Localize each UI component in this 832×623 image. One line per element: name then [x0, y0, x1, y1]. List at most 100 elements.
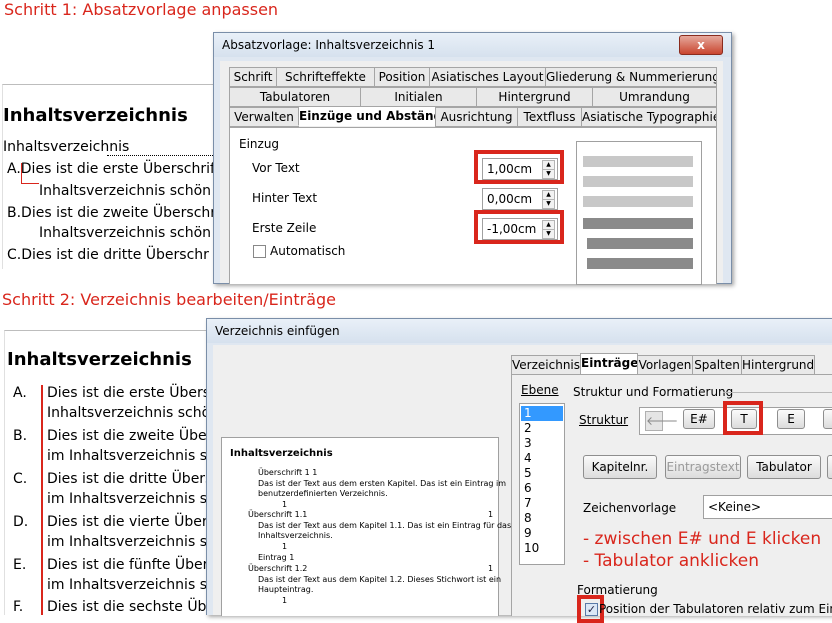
token-chapter-number[interactable]: E#: [683, 409, 715, 429]
hinter-text-spinner[interactable]: 0,00cm ▲ ▼: [482, 188, 558, 210]
tab-einzuege-und-abstaende[interactable]: Einzüge und Abstände: [298, 106, 436, 126]
indent-preview: [576, 141, 702, 285]
close-button[interactable]: x: [679, 35, 723, 55]
red-marker: [21, 163, 22, 183]
level-item[interactable]: 4: [524, 451, 532, 465]
tab-position[interactable]: Position: [374, 67, 430, 87]
dialog2-titlebar: Verzeichnis einfügen: [207, 319, 832, 343]
doc2-item: Dies ist die erste Übers: [47, 385, 211, 401]
token-entry[interactable]: E: [777, 409, 805, 429]
preview-line: Das ist der Text aus dem Kapitel 1.1. Da…: [258, 521, 512, 530]
preview-page-number: 1: [488, 510, 494, 519]
doc2-letter: A.: [13, 385, 27, 401]
level-item[interactable]: 6: [524, 481, 532, 495]
doc2-letter: C.: [13, 471, 28, 487]
step1-title: Schritt 1: Absatzvorlage anpassen: [4, 0, 279, 19]
arrow-left-icon[interactable]: 🡐: [645, 411, 678, 431]
einzug-section-label: Einzug: [239, 137, 280, 151]
highlight-box: [474, 210, 564, 244]
level-item[interactable]: 5: [524, 466, 532, 480]
doc2-sub: im Inhaltsverzeichnis s: [47, 491, 207, 507]
tab-schrift[interactable]: Schrift: [229, 67, 277, 87]
tab-textfluss[interactable]: Textfluss: [517, 107, 582, 127]
tab-umrandung[interactable]: Umrandung: [592, 87, 717, 107]
ebene-label: Ebene: [521, 383, 559, 397]
tab-asiatisches-layout[interactable]: Asiatisches Layout: [429, 67, 546, 87]
tab-initialen[interactable]: Initialen: [360, 87, 477, 107]
section-divider: [723, 392, 832, 393]
preview-line: Überschrift 1.2: [248, 564, 308, 573]
preview-line: Inhaltsverzeichnis.: [258, 531, 333, 540]
zeichenvorlage-label: Zeichenvorlage: [583, 501, 677, 515]
doc2-item: Dies ist die sechste Übe: [47, 599, 216, 615]
tab-gliederung[interactable]: Gliederung & Nummerierung: [545, 67, 717, 87]
doc1-heading: Inhaltsverzeichnis: [3, 105, 188, 126]
level-item[interactable]: 9: [524, 526, 532, 540]
doc2-letter: D.: [13, 514, 29, 530]
spin-down-icon[interactable]: ▼: [542, 199, 555, 209]
doc2-sub: im Inhaltsverzeichnis s: [47, 534, 207, 550]
index-preview: Inhaltsverzeichnis Überschrift 1 1 Das i…: [221, 437, 511, 616]
doc1-line: Inhaltsverzeichnis schön: [39, 183, 212, 199]
level-item[interactable]: 7: [524, 496, 532, 510]
dialog1-client: Schrift Schrifteffekte Position Asiatisc…: [220, 61, 723, 285]
level-item[interactable]: 1: [524, 406, 532, 420]
tab-stop-button[interactable]: Tabulator: [747, 455, 821, 479]
tab-verwalten[interactable]: Verwalten: [229, 107, 299, 127]
tab-hintergrund[interactable]: Hintergrund: [741, 355, 815, 375]
doc2-letter: F.: [13, 599, 24, 615]
erste-zeile-label: Erste Zeile: [252, 221, 317, 235]
dialog2-title: Verzeichnis einfügen: [215, 324, 340, 338]
tab-ausrichtung[interactable]: Ausrichtung: [435, 107, 518, 127]
doc1-line: B.Dies ist die zweite Überschr: [7, 205, 217, 221]
doc2-item: Dies ist die vierte Über: [47, 514, 208, 530]
preview-line: 1: [282, 500, 288, 509]
vor-text-label: Vor Text: [252, 161, 300, 175]
tab-verzeichnis[interactable]: Verzeichnis: [511, 355, 581, 375]
paragraph-style-dialog: Absatzvorlage: Inhaltsverzeichnis 1 x Sc…: [213, 32, 732, 285]
preview-line: Haupteintrag.: [258, 585, 314, 594]
tab-asiatische-typographie[interactable]: Asiatische Typographie: [581, 107, 717, 127]
doc2-sub: im Inhaltsverzeichnis s: [47, 577, 207, 593]
dialog2-client: Inhaltsverzeichnis Überschrift 1 1 Das i…: [213, 345, 832, 623]
level-item[interactable]: 10: [524, 541, 539, 555]
preview-line: Überschrift 1 1: [258, 468, 318, 477]
doc1-line: Inhaltsverzeichnis schön: [39, 225, 212, 241]
annotation-2: - Tabulator anklicken: [583, 551, 759, 571]
preview-line: 1: [282, 542, 288, 551]
level-list[interactable]: 1 2 3 4 5 6 7 8 9 10: [519, 403, 565, 565]
doc1-line: Inhaltsverzeichnis: [3, 139, 130, 155]
level-item[interactable]: 2: [524, 421, 532, 435]
tab-tabulatoren[interactable]: Tabulatoren: [229, 87, 361, 107]
doc1-line: A.Dies ist die erste Überschrift: [7, 161, 221, 177]
tab-spalten[interactable]: Spalten: [692, 355, 742, 375]
tab-hintergrund[interactable]: Hintergrund: [476, 87, 593, 107]
automatisch-checkbox[interactable]: [253, 245, 266, 258]
preview-line: 1: [282, 596, 288, 605]
preview-line: Eintrag 1: [258, 553, 295, 562]
preview-line: Überschrift 1.1: [248, 510, 308, 519]
level-item[interactable]: 3: [524, 436, 532, 450]
preview-heading: Inhaltsverzeichnis: [230, 448, 333, 459]
character-style-value: <Keine>: [708, 500, 762, 514]
preview-page-number: 1: [488, 564, 494, 573]
tab-schrifteffekte[interactable]: Schrifteffekte: [276, 67, 375, 87]
annotation-1: - zwischen E# und E klicken: [583, 529, 822, 549]
doc2-item: Dies ist die dritte Übers: [47, 471, 213, 487]
tab-eintraege[interactable]: Einträge: [580, 353, 638, 375]
character-style-select[interactable]: <Keine>: [703, 495, 832, 519]
struktur-section-label: Struktur und Formatierung: [573, 385, 734, 399]
highlight-box: [723, 401, 763, 435]
doc2-heading: Inhaltsverzeichnis: [7, 349, 192, 370]
dialog1-title: Absatzvorlage: Inhaltsverzeichnis 1: [222, 38, 436, 52]
insert-index-dialog: Verzeichnis einfügen Inhaltsverzeichnis …: [206, 318, 832, 623]
doc2-sub: Inhaltsverzeichnis schö: [47, 405, 211, 421]
tab-vorlagen[interactable]: Vorlagen: [637, 355, 693, 375]
more-button[interactable]: [827, 455, 832, 479]
level-item[interactable]: 8: [524, 511, 532, 525]
token-more[interactable]: [823, 409, 832, 429]
chapter-number-button[interactable]: Kapitelnr.: [583, 455, 657, 479]
doc2-item: Dies ist die zweite Über: [47, 428, 213, 444]
automatisch-label: Automatisch: [270, 244, 346, 258]
document-page-2: Inhaltsverzeichnis A. Dies ist die erste…: [4, 330, 215, 615]
